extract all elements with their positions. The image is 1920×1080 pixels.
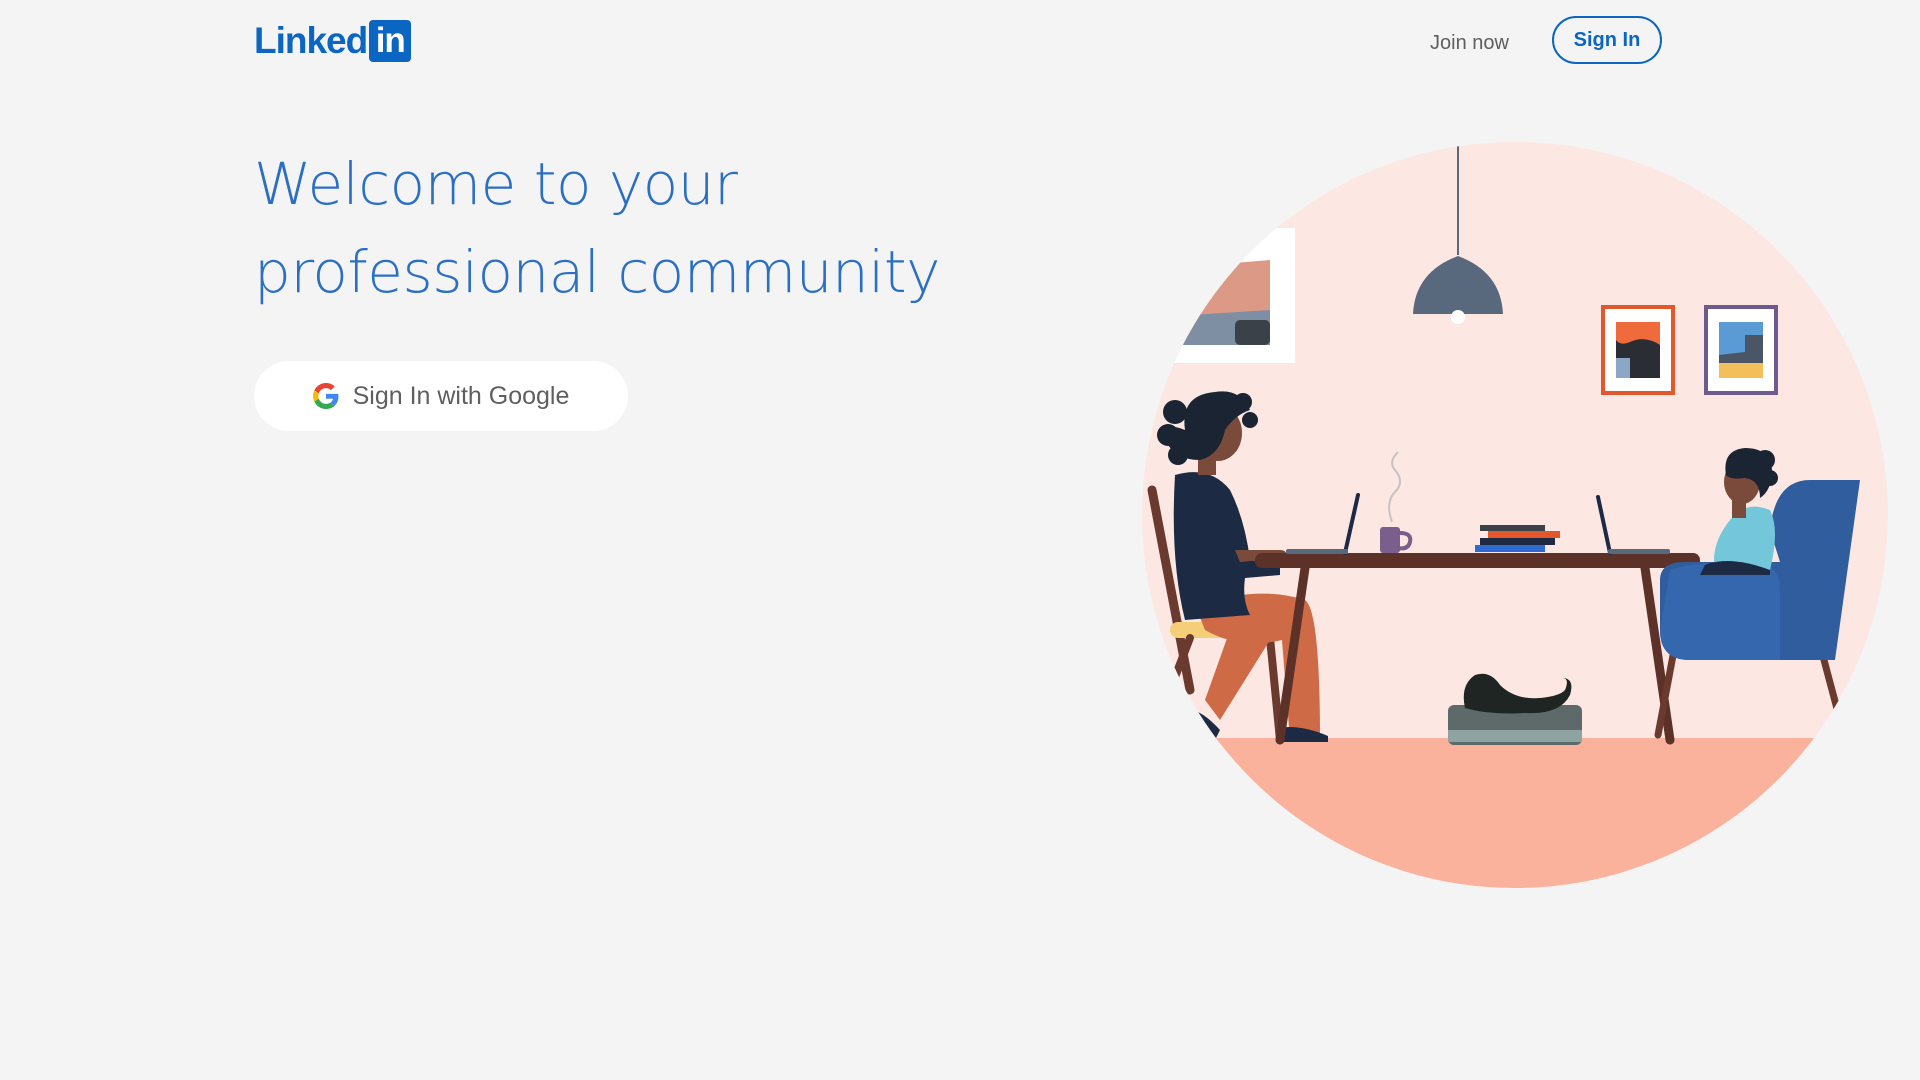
page-title: Welcome to your professional community — [254, 150, 940, 306]
google-button-label: Sign In with Google — [352, 381, 570, 410]
logo-in-box: in — [369, 20, 412, 62]
join-now-link[interactable]: Join now — [1430, 28, 1509, 58]
hero-illustration — [1142, 142, 1888, 888]
google-g-icon — [312, 383, 339, 409]
wall-picture-left — [1142, 228, 1295, 363]
linkedin-landing-page: Linked in Join now Sign In Welcome to yo… — [0, 0, 1920, 1080]
floor — [1142, 738, 1888, 888]
sign-in-button[interactable]: Sign In — [1552, 16, 1662, 64]
wall-frame-purple — [1704, 305, 1778, 395]
google-sign-in-button[interactable]: Sign In with Google — [254, 361, 628, 431]
logo-wordmark: Linked — [254, 20, 368, 61]
wall-frame-orange — [1601, 305, 1675, 395]
linkedin-logo[interactable]: Linked in — [254, 20, 412, 62]
